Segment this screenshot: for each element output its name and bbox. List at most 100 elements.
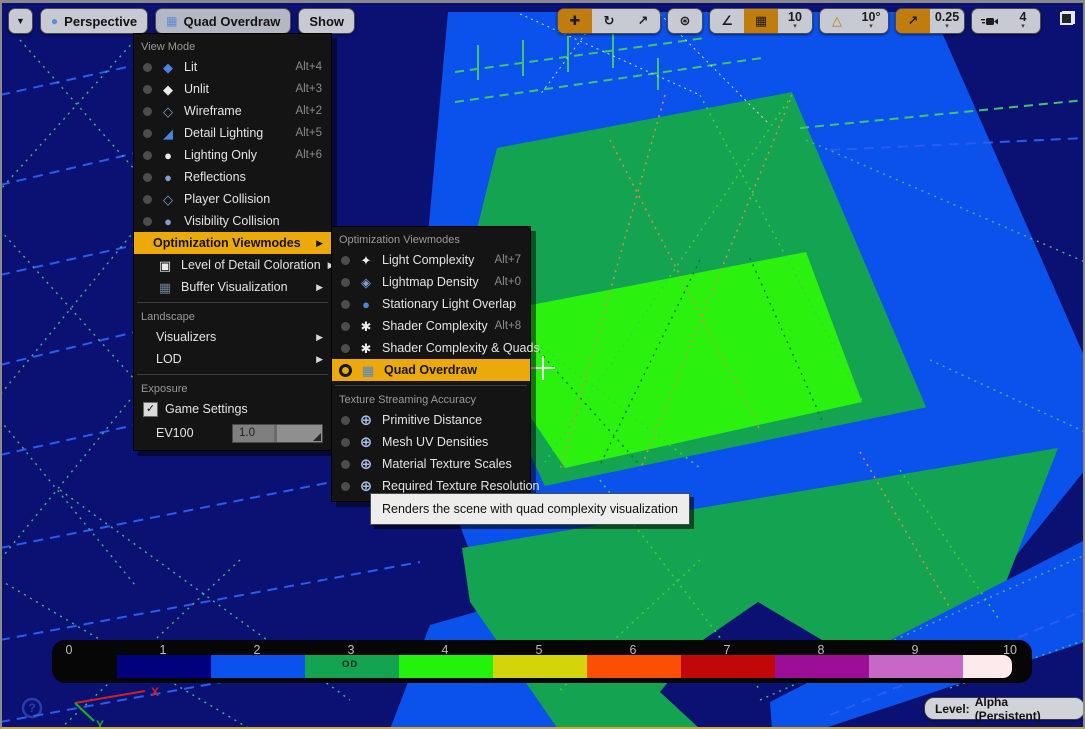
menu-item-optimization-viewmodes[interactable]: Optimization Viewmodes ▶	[134, 232, 331, 254]
scale-segment	[211, 655, 305, 678]
buffer-visualization-icon: ▦	[156, 281, 174, 294]
menu-separator	[137, 374, 328, 375]
camera-speed-value-dropdown[interactable]: 4 ▾	[1006, 9, 1040, 33]
menu-item-visualizers[interactable]: Visualizers ▶	[134, 326, 331, 348]
menu-item-visibility-collision[interactable]: ● Visibility Collision	[134, 210, 331, 232]
camera-icon	[981, 16, 998, 27]
rotation-snap-group: △ 10° ▾	[819, 8, 889, 34]
grid-snap-value: 10	[788, 12, 802, 23]
radio-icon	[341, 322, 350, 331]
menu-item-detail-lighting[interactable]: ◢ Detail Lighting Alt+5	[134, 122, 331, 144]
scale-segment	[869, 655, 963, 678]
caret-down-icon: ▾	[869, 23, 873, 30]
spinbox-handle	[274, 425, 277, 442]
help-icon[interactable]: ?	[20, 696, 44, 720]
ev100-spinbox[interactable]: 1.0	[232, 424, 323, 443]
menu-item-lod-coloration[interactable]: ▣ Level of Detail Coloration ▶	[134, 254, 331, 276]
submenu-arrow-icon: ▶	[316, 354, 325, 365]
menu-separator	[335, 385, 527, 386]
menu-item-lightmap-density[interactable]: ◈ Lightmap Density Alt+0	[332, 271, 530, 293]
scale-tick: 0	[59, 643, 79, 657]
radio-icon	[341, 416, 350, 425]
scale-segment	[117, 655, 211, 678]
game-settings-checkbox[interactable]: ✓	[143, 402, 158, 417]
surface-snap-button[interactable]: ∠	[710, 9, 744, 33]
lod-coloration-icon: ▣	[156, 259, 174, 272]
coordinate-system-group: ⊛	[667, 8, 703, 34]
scale-segment	[399, 655, 493, 678]
menu-item-shader-complexity-quads[interactable]: ✱ Shader Complexity & Quads	[332, 337, 530, 359]
menu-item-label: Game Settings	[165, 402, 325, 416]
view-mode-button[interactable]: ▦ Quad Overdraw	[155, 8, 291, 34]
tooltip: Renders the scene with quad complexity v…	[370, 493, 690, 525]
rotate-tool-button[interactable]: ↻	[592, 9, 626, 33]
menu-item-quad-overdraw[interactable]: ▦ Quad Overdraw	[332, 359, 530, 381]
tooltip-text: Renders the scene with quad complexity v…	[382, 502, 678, 516]
camera-speed-value: 4	[1020, 12, 1027, 23]
menu-item-light-complexity[interactable]: ✦ Light Complexity Alt+7	[332, 249, 530, 271]
radio-icon	[341, 438, 350, 447]
optimization-viewmodes-submenu: Optimization Viewmodes ✦ Light Complexit…	[331, 226, 531, 502]
menu-item-ev100: EV100 1.0	[134, 420, 331, 446]
menu-item-lod[interactable]: LOD ▶	[134, 348, 331, 370]
radio-icon	[143, 173, 152, 182]
scale-tool-button[interactable]: ↗	[626, 9, 660, 33]
scale-snap-value-dropdown[interactable]: 0.25 ▾	[930, 9, 964, 33]
world-local-toggle-button[interactable]: ⊛	[668, 9, 702, 33]
show-button[interactable]: Show	[298, 8, 355, 34]
ev100-label: EV100	[156, 426, 225, 440]
menu-item-material-texture-scales[interactable]: ⊕ Material Texture Scales	[332, 453, 530, 475]
menu-item-reflections[interactable]: ● Reflections	[134, 166, 331, 188]
grid-snap-value-dropdown[interactable]: 10 ▾	[778, 9, 812, 33]
menu-item-shader-complexity[interactable]: ✱ Shader Complexity Alt+8	[332, 315, 530, 337]
caret-down-icon: ▾	[793, 23, 797, 30]
menu-item-label: Stationary Light Overlap	[382, 297, 524, 311]
required-texture-resolution-icon: ⊕	[357, 480, 375, 493]
radio-icon	[143, 217, 152, 226]
maximize-viewport-button[interactable]	[1060, 11, 1075, 25]
rotation-snap-value-dropdown[interactable]: 10° ▾	[854, 9, 888, 33]
shader-complexity-quads-icon: ✱	[357, 342, 375, 355]
menu-item-buffer-visualization[interactable]: ▦ Buffer Visualization ▶	[134, 276, 331, 298]
menu-item-label: Reflections	[184, 170, 325, 184]
menu-item-label: Lightmap Density	[382, 275, 487, 289]
menu-item-label: Detail Lighting	[184, 126, 288, 140]
scale-snap-toggle-button[interactable]: ↗	[896, 9, 930, 33]
shortcut-label: Alt+6	[295, 149, 325, 161]
grid-snap-toggle-button[interactable]: ▦	[744, 9, 778, 33]
menu-item-player-collision[interactable]: ◇ Player Collision	[134, 188, 331, 210]
menu-item-mesh-uv-densities[interactable]: ⊕ Mesh UV Densities	[332, 431, 530, 453]
shortcut-label: Alt+2	[295, 105, 325, 117]
scale-segment	[963, 655, 1012, 678]
menu-item-label: Lit	[184, 60, 288, 74]
radio-icon	[341, 460, 350, 469]
transform-tools-group: ✚ ↻ ↗	[557, 8, 661, 34]
maximize-icon-front	[1060, 12, 1073, 25]
svg-text:?: ?	[28, 701, 35, 715]
overdraw-scale-legend: 0 1 2 3 4 5 6 7 8 9 10 OD	[52, 640, 1032, 683]
texture-streaming-section-header: Texture Streaming Accuracy	[332, 390, 530, 409]
menu-item-game-settings[interactable]: ✓ Game Settings	[134, 398, 331, 420]
level-value: Alpha (Persistent)	[975, 695, 1074, 723]
menu-item-label: Shader Complexity & Quads	[382, 341, 540, 355]
menu-item-stationary-light-overlap[interactable]: ● Stationary Light Overlap	[332, 293, 530, 315]
player-collision-icon: ◇	[159, 193, 177, 206]
menu-item-lit[interactable]: ◆ Lit Alt+4	[134, 56, 331, 78]
menu-item-lighting-only[interactable]: ● Lighting Only Alt+6	[134, 144, 331, 166]
menu-item-label: Primitive Distance	[382, 413, 524, 427]
material-texture-scales-icon: ⊕	[357, 458, 375, 471]
radio-icon	[143, 63, 152, 72]
menu-item-label: Light Complexity	[382, 253, 487, 267]
menu-item-unlit[interactable]: ◆ Unlit Alt+3	[134, 78, 331, 100]
move-tool-button[interactable]: ✚	[558, 9, 592, 33]
viewport-options-button[interactable]: ▼	[8, 8, 33, 34]
perspective-button[interactable]: ● Perspective	[40, 8, 148, 34]
quad-overdraw-icon: ▦	[166, 14, 177, 28]
rotation-snap-toggle-button[interactable]: △	[820, 9, 854, 33]
radio-icon	[143, 129, 152, 138]
wireframe-icon: ◇	[159, 105, 177, 118]
menu-item-primitive-distance[interactable]: ⊕ Primitive Distance	[332, 409, 530, 431]
scale-segment	[681, 655, 775, 678]
menu-item-wireframe[interactable]: ◇ Wireframe Alt+2	[134, 100, 331, 122]
camera-speed-button[interactable]	[972, 9, 1006, 33]
